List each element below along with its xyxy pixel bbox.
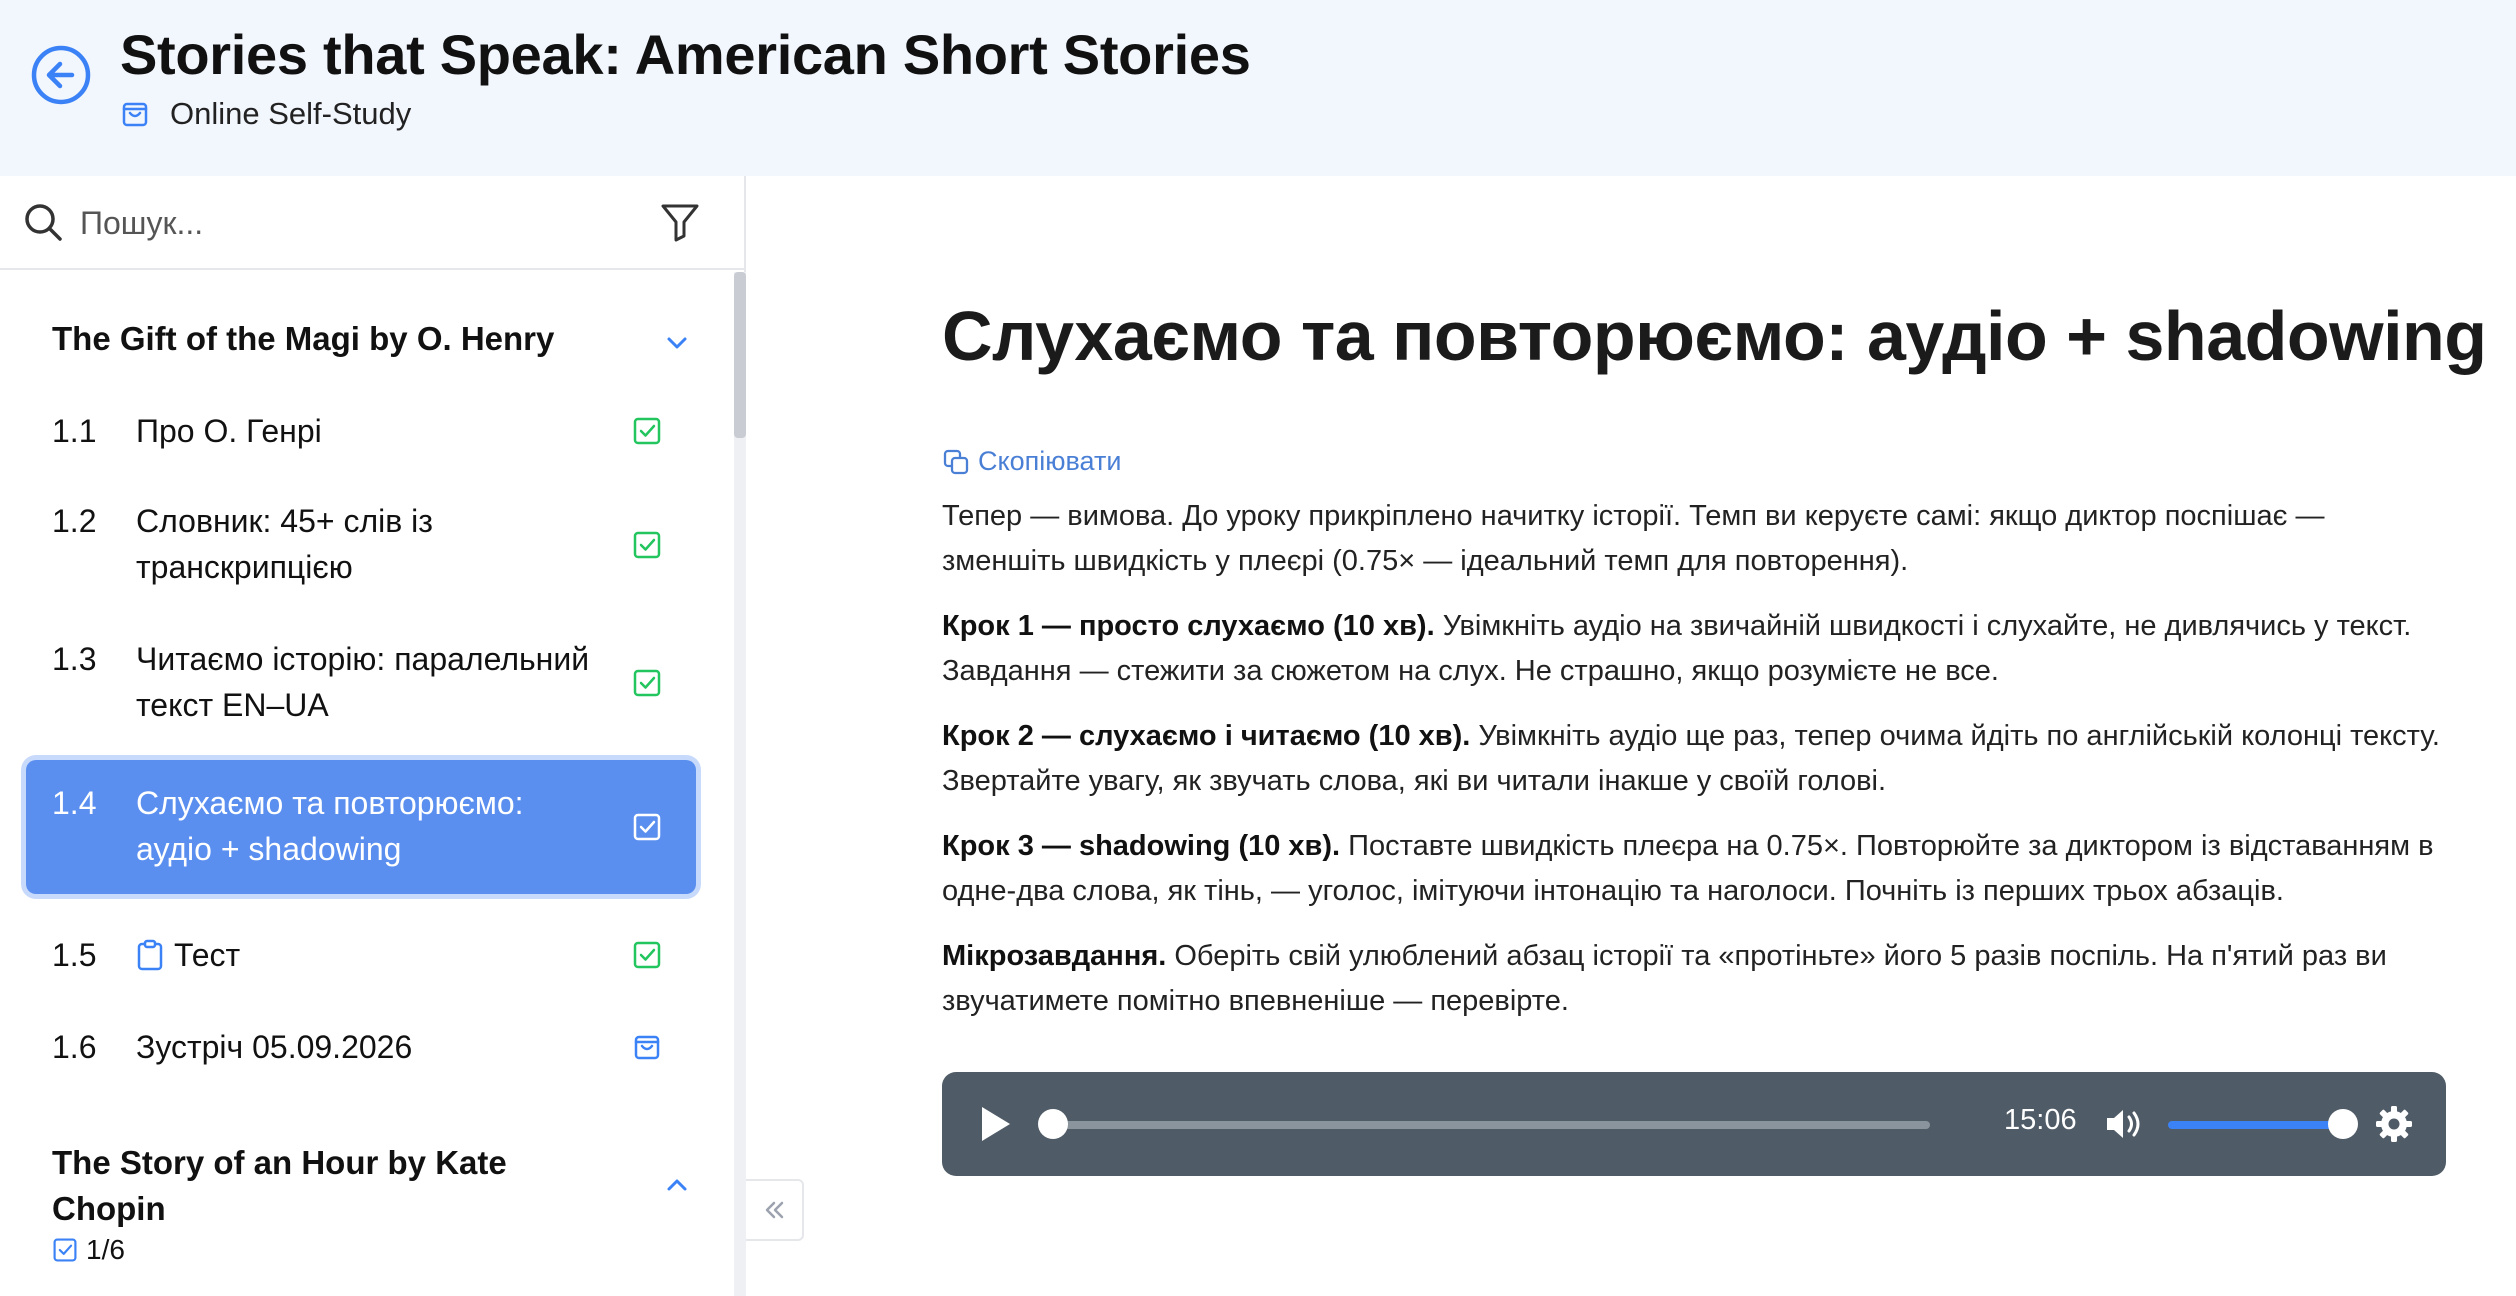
search-icon [25,204,62,241]
micro-task-label: Мікрозавдання. [942,940,1167,972]
micro-task-paragraph: Мікрозавдання. Оберіть свій улюблений аб… [942,934,2452,1024]
sidebar-lesson-1-5[interactable]: 1.5 Тест [26,924,696,986]
step-1-label: Крок 1 — просто слухаємо (10 хв). [942,610,1435,642]
check-square-icon [633,813,661,841]
filter-icon[interactable] [660,202,700,242]
back-button[interactable] [30,44,92,106]
lesson-heading: Слухаємо та повторюємо: аудіо + shadowin… [942,297,2487,375]
lesson-number: 1.2 [52,503,97,539]
lesson-title: Словник: 45+ слів із транскрипцією [136,503,433,585]
volume-icon[interactable] [2104,1104,2146,1144]
check-square-icon [633,669,661,697]
collapse-sidebar-button[interactable] [746,1179,804,1241]
check-square-icon [633,417,661,445]
copy-label: Скопіювати [978,446,1122,476]
audio-progress-handle[interactable] [1038,1109,1068,1139]
audio-duration: 15:06 [2004,1104,2077,1136]
volume-handle[interactable] [2328,1109,2358,1139]
copy-icon [943,449,969,474]
lesson-content: Тепер — вимова. До уроку прикріплено нач… [942,494,2452,1044]
lesson-title: Тест [174,937,241,973]
chevron-up-icon[interactable] [662,1170,692,1200]
arrow-left-circle-icon [31,45,91,105]
step-2-paragraph: Крок 2 — слухаємо і читаємо (10 хв). Уві… [942,714,2452,804]
copy-button[interactable]: Скопіювати [942,446,1121,477]
gear-icon[interactable] [2374,1104,2414,1144]
lesson-number: 1.4 [52,785,97,821]
check-square-icon [633,941,661,969]
sidebar-scrollbar[interactable] [734,272,746,1296]
lesson-list: The Gift of the Magi by O. Henry 1.1 Про… [0,272,734,1296]
course-title: Stories that Speak: American Short Stori… [120,23,1251,86]
lesson-title-row: Тест [136,932,596,978]
clipboard-icon [137,939,163,971]
search-bar [0,176,744,270]
course-type-label: Online Self-Study [170,96,412,131]
lesson-title: Читаємо історію: паралельний текст EN–UA [136,641,590,723]
sidebar: The Gift of the Magi by O. Henry 1.1 Про… [0,176,746,1296]
search-input[interactable] [80,194,620,252]
step-3-paragraph: Крок 3 — shadowing (10 хв). Поставте шви… [942,824,2452,914]
lesson-title: Про О. Генрі [136,413,322,449]
module-header[interactable]: The Gift of the Magi by O. Henry [52,316,692,362]
lesson-number: 1.3 [52,641,97,677]
sidebar-lesson-1-6[interactable]: 1.6 Зустріч 05.09.2026 [26,1016,696,1078]
shopping-bag-icon [634,1035,660,1060]
module-title: The Story of an Hour by Kate Chopin [52,1144,507,1227]
module-progress: 1/6 [52,1234,125,1266]
sidebar-lesson-1-1[interactable]: 1.1 Про О. Генрі [26,400,696,462]
course-subtitle: Online Self-Study [120,96,411,132]
chevron-down-icon[interactable] [662,328,692,358]
check-square-icon [53,1238,77,1262]
scrollbar-thumb[interactable] [734,272,746,438]
course-header: Stories that Speak: American Short Stori… [0,0,2516,176]
module-title: The Gift of the Magi by O. Henry [52,320,555,357]
chevrons-left-icon [765,1201,784,1219]
step-2-label: Крок 2 — слухаємо і читаємо (10 хв). [942,720,1471,752]
lesson-title: Зустріч 05.09.2026 [136,1029,413,1065]
step-1-paragraph: Крок 1 — просто слухаємо (10 хв). Увімкн… [942,604,2452,694]
check-square-icon [633,531,661,559]
lesson-number: 1.1 [52,413,97,449]
module-progress-count: 1/6 [86,1234,125,1265]
volume-slider[interactable] [2168,1109,2358,1139]
lesson-title: Слухаємо та повторюємо: аудіо + shadowin… [136,785,524,867]
play-icon[interactable] [978,1104,1014,1144]
audio-progress-bar[interactable] [1038,1109,1930,1139]
step-3-label: Крок 3 — shadowing (10 хв). [942,830,1341,862]
sidebar-lesson-1-3[interactable]: 1.3 Читаємо історію: паралельний текст E… [26,632,696,738]
sidebar-lesson-1-2[interactable]: 1.2 Словник: 45+ слів із транскрипцією [26,494,696,600]
module-header[interactable]: The Story of an Hour by Kate Chopin [52,1140,692,1232]
lesson-number: 1.6 [52,1029,97,1065]
lesson-number: 1.5 [52,937,97,973]
intro-paragraph: Тепер — вимова. До уроку прикріплено нач… [942,500,2325,577]
shopping-bag-icon [122,102,148,127]
audio-player: 15:06 [942,1072,2446,1176]
sidebar-lesson-1-4-active[interactable]: 1.4 Слухаємо та повторюємо: аудіо + shad… [26,760,696,894]
